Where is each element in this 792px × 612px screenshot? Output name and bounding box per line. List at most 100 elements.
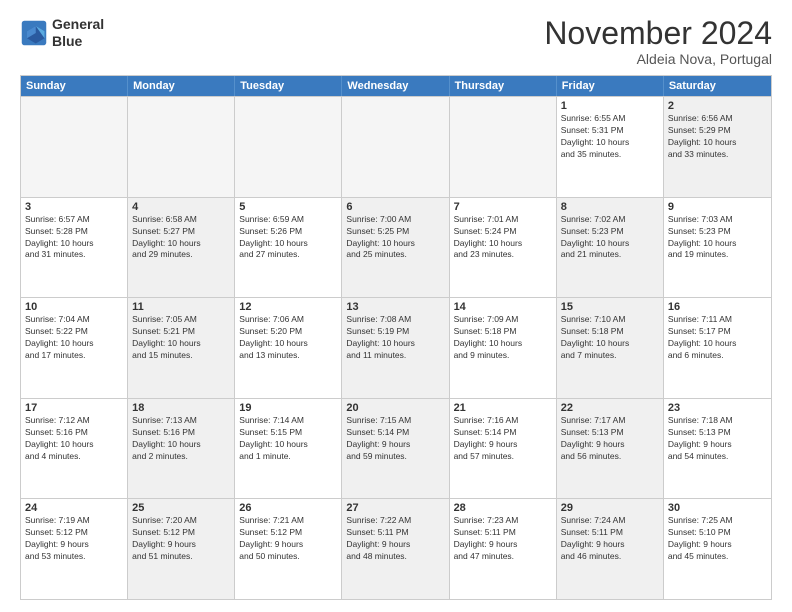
day-info: Sunrise: 7:03 AM Sunset: 5:23 PM Dayligh…	[668, 214, 767, 262]
day-info: Sunrise: 6:57 AM Sunset: 5:28 PM Dayligh…	[25, 214, 123, 262]
day-cell-11: 11Sunrise: 7:05 AM Sunset: 5:21 PM Dayli…	[128, 298, 235, 398]
day-header-wednesday: Wednesday	[342, 76, 449, 96]
day-number: 26	[239, 502, 337, 514]
day-number: 10	[25, 301, 123, 313]
day-header-monday: Monday	[128, 76, 235, 96]
day-cell-30: 30Sunrise: 7:25 AM Sunset: 5:10 PM Dayli…	[664, 499, 771, 599]
calendar: SundayMondayTuesdayWednesdayThursdayFrid…	[20, 75, 772, 600]
day-number: 15	[561, 301, 659, 313]
location: Aldeia Nova, Portugal	[544, 51, 772, 67]
day-cell-10: 10Sunrise: 7:04 AM Sunset: 5:22 PM Dayli…	[21, 298, 128, 398]
day-cell-24: 24Sunrise: 7:19 AM Sunset: 5:12 PM Dayli…	[21, 499, 128, 599]
day-info: Sunrise: 7:23 AM Sunset: 5:11 PM Dayligh…	[454, 515, 552, 563]
day-number: 5	[239, 201, 337, 213]
day-info: Sunrise: 7:21 AM Sunset: 5:12 PM Dayligh…	[239, 515, 337, 563]
day-header-saturday: Saturday	[664, 76, 771, 96]
week-row-5: 24Sunrise: 7:19 AM Sunset: 5:12 PM Dayli…	[21, 498, 771, 599]
day-info: Sunrise: 7:14 AM Sunset: 5:15 PM Dayligh…	[239, 415, 337, 463]
day-cell-8: 8Sunrise: 7:02 AM Sunset: 5:23 PM Daylig…	[557, 198, 664, 298]
day-number: 19	[239, 402, 337, 414]
day-cell-6: 6Sunrise: 7:00 AM Sunset: 5:25 PM Daylig…	[342, 198, 449, 298]
day-number: 22	[561, 402, 659, 414]
empty-cell	[450, 97, 557, 197]
day-header-sunday: Sunday	[21, 76, 128, 96]
day-cell-5: 5Sunrise: 6:59 AM Sunset: 5:26 PM Daylig…	[235, 198, 342, 298]
day-info: Sunrise: 7:06 AM Sunset: 5:20 PM Dayligh…	[239, 314, 337, 362]
logo: General Blue	[20, 16, 104, 50]
day-number: 14	[454, 301, 552, 313]
empty-cell	[128, 97, 235, 197]
day-info: Sunrise: 7:09 AM Sunset: 5:18 PM Dayligh…	[454, 314, 552, 362]
day-header-thursday: Thursday	[450, 76, 557, 96]
title-block: November 2024 Aldeia Nova, Portugal	[544, 16, 772, 67]
day-cell-1: 1Sunrise: 6:55 AM Sunset: 5:31 PM Daylig…	[557, 97, 664, 197]
logo-icon	[20, 19, 48, 47]
day-cell-17: 17Sunrise: 7:12 AM Sunset: 5:16 PM Dayli…	[21, 399, 128, 499]
day-info: Sunrise: 7:10 AM Sunset: 5:18 PM Dayligh…	[561, 314, 659, 362]
day-number: 2	[668, 100, 767, 112]
day-cell-4: 4Sunrise: 6:58 AM Sunset: 5:27 PM Daylig…	[128, 198, 235, 298]
day-info: Sunrise: 6:58 AM Sunset: 5:27 PM Dayligh…	[132, 214, 230, 262]
day-number: 28	[454, 502, 552, 514]
day-cell-13: 13Sunrise: 7:08 AM Sunset: 5:19 PM Dayli…	[342, 298, 449, 398]
day-number: 16	[668, 301, 767, 313]
day-number: 4	[132, 201, 230, 213]
day-cell-19: 19Sunrise: 7:14 AM Sunset: 5:15 PM Dayli…	[235, 399, 342, 499]
day-cell-28: 28Sunrise: 7:23 AM Sunset: 5:11 PM Dayli…	[450, 499, 557, 599]
day-cell-22: 22Sunrise: 7:17 AM Sunset: 5:13 PM Dayli…	[557, 399, 664, 499]
day-info: Sunrise: 7:24 AM Sunset: 5:11 PM Dayligh…	[561, 515, 659, 563]
day-number: 7	[454, 201, 552, 213]
day-cell-18: 18Sunrise: 7:13 AM Sunset: 5:16 PM Dayli…	[128, 399, 235, 499]
day-cell-7: 7Sunrise: 7:01 AM Sunset: 5:24 PM Daylig…	[450, 198, 557, 298]
empty-cell	[342, 97, 449, 197]
header: General Blue November 2024 Aldeia Nova, …	[20, 16, 772, 67]
day-number: 8	[561, 201, 659, 213]
day-number: 29	[561, 502, 659, 514]
day-header-tuesday: Tuesday	[235, 76, 342, 96]
day-number: 20	[346, 402, 444, 414]
day-info: Sunrise: 7:18 AM Sunset: 5:13 PM Dayligh…	[668, 415, 767, 463]
day-number: 27	[346, 502, 444, 514]
day-number: 9	[668, 201, 767, 213]
day-cell-2: 2Sunrise: 6:56 AM Sunset: 5:29 PM Daylig…	[664, 97, 771, 197]
calendar-header: SundayMondayTuesdayWednesdayThursdayFrid…	[21, 76, 771, 96]
day-cell-16: 16Sunrise: 7:11 AM Sunset: 5:17 PM Dayli…	[664, 298, 771, 398]
day-number: 12	[239, 301, 337, 313]
week-row-3: 10Sunrise: 7:04 AM Sunset: 5:22 PM Dayli…	[21, 297, 771, 398]
week-row-4: 17Sunrise: 7:12 AM Sunset: 5:16 PM Dayli…	[21, 398, 771, 499]
day-number: 18	[132, 402, 230, 414]
day-info: Sunrise: 7:19 AM Sunset: 5:12 PM Dayligh…	[25, 515, 123, 563]
day-info: Sunrise: 7:12 AM Sunset: 5:16 PM Dayligh…	[25, 415, 123, 463]
logo-line1: General	[52, 16, 104, 33]
day-number: 3	[25, 201, 123, 213]
day-cell-9: 9Sunrise: 7:03 AM Sunset: 5:23 PM Daylig…	[664, 198, 771, 298]
day-info: Sunrise: 7:13 AM Sunset: 5:16 PM Dayligh…	[132, 415, 230, 463]
day-cell-12: 12Sunrise: 7:06 AM Sunset: 5:20 PM Dayli…	[235, 298, 342, 398]
day-number: 13	[346, 301, 444, 313]
day-info: Sunrise: 7:16 AM Sunset: 5:14 PM Dayligh…	[454, 415, 552, 463]
day-info: Sunrise: 7:15 AM Sunset: 5:14 PM Dayligh…	[346, 415, 444, 463]
day-cell-29: 29Sunrise: 7:24 AM Sunset: 5:11 PM Dayli…	[557, 499, 664, 599]
day-number: 1	[561, 100, 659, 112]
month-title: November 2024	[544, 16, 772, 51]
day-number: 30	[668, 502, 767, 514]
day-info: Sunrise: 7:11 AM Sunset: 5:17 PM Dayligh…	[668, 314, 767, 362]
day-info: Sunrise: 7:01 AM Sunset: 5:24 PM Dayligh…	[454, 214, 552, 262]
day-number: 21	[454, 402, 552, 414]
week-row-1: 1Sunrise: 6:55 AM Sunset: 5:31 PM Daylig…	[21, 96, 771, 197]
day-cell-14: 14Sunrise: 7:09 AM Sunset: 5:18 PM Dayli…	[450, 298, 557, 398]
day-cell-3: 3Sunrise: 6:57 AM Sunset: 5:28 PM Daylig…	[21, 198, 128, 298]
day-info: Sunrise: 7:08 AM Sunset: 5:19 PM Dayligh…	[346, 314, 444, 362]
day-info: Sunrise: 7:04 AM Sunset: 5:22 PM Dayligh…	[25, 314, 123, 362]
day-number: 23	[668, 402, 767, 414]
week-row-2: 3Sunrise: 6:57 AM Sunset: 5:28 PM Daylig…	[21, 197, 771, 298]
day-cell-25: 25Sunrise: 7:20 AM Sunset: 5:12 PM Dayli…	[128, 499, 235, 599]
empty-cell	[235, 97, 342, 197]
day-info: Sunrise: 6:55 AM Sunset: 5:31 PM Dayligh…	[561, 113, 659, 161]
logo-text: General Blue	[52, 16, 104, 50]
day-number: 17	[25, 402, 123, 414]
day-info: Sunrise: 7:02 AM Sunset: 5:23 PM Dayligh…	[561, 214, 659, 262]
day-header-friday: Friday	[557, 76, 664, 96]
day-number: 11	[132, 301, 230, 313]
day-info: Sunrise: 7:00 AM Sunset: 5:25 PM Dayligh…	[346, 214, 444, 262]
